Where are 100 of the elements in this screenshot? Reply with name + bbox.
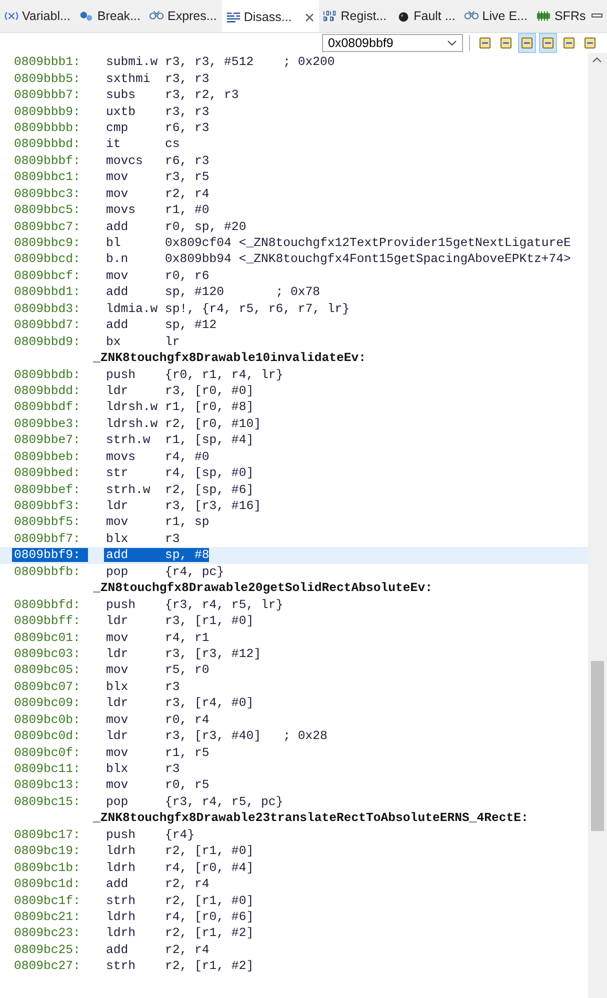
address-text: 0809bbcf: xyxy=(13,268,82,283)
instruction-text: pop {r3, r4, r5, pc} xyxy=(106,794,284,809)
close-icon[interactable] xyxy=(304,12,314,22)
address-text: 0809bbed: xyxy=(13,466,82,480)
instruction-text: ldr r3, [r3, #40] ; 0x28 xyxy=(106,729,328,744)
address-text: 0809bbd3: xyxy=(13,302,82,316)
toolbar-button[interactable] xyxy=(518,33,536,53)
instruction-text: ldr r3, [r0, #0] xyxy=(106,384,254,398)
address-text: 0809bc23: xyxy=(13,926,82,940)
instruction-text: ldrh r4, [r0, #6] xyxy=(106,910,254,924)
address-text: 0809bbc3: xyxy=(13,186,82,201)
document-icon xyxy=(499,36,513,50)
binary-icon xyxy=(322,10,338,22)
address-text: 0809bbff: xyxy=(13,614,82,628)
address-text: 0809bbef: xyxy=(13,482,82,497)
address-text: 0809bc27: xyxy=(13,959,82,974)
document-icon xyxy=(520,36,534,50)
instruction-text: mov r2, r4 xyxy=(106,186,210,201)
address-text: 0809bbd7: xyxy=(13,318,82,332)
instruction-text: uxtb r3, r3 xyxy=(106,104,210,119)
instruction-text: strh r2, [r1, #2] xyxy=(106,959,254,974)
address-text: 0809bbf7: xyxy=(13,532,82,546)
function-label: _ZN8touchgfx8Drawable20getSolidRectAbsoluteEv: xyxy=(93,581,432,596)
address-text: 0809bc0f: xyxy=(13,746,82,760)
glasses-icon xyxy=(464,10,480,22)
address-text: 0809bc05: xyxy=(13,663,82,678)
document-icon xyxy=(478,36,492,50)
address-text: 0809bc03: xyxy=(13,646,82,661)
address-text: 0809bc1d: xyxy=(13,877,82,892)
address-text: 0809bbc7: xyxy=(13,220,82,234)
address-text: 0809bc0b: xyxy=(13,712,82,727)
instruction-text: movs r1, #0 xyxy=(106,203,210,218)
address-combo[interactable]: 0x0809bbf9 xyxy=(322,34,463,52)
address-text: 0809bbf5: xyxy=(13,515,82,530)
instruction-text: push {r0, r1, r4, lr} xyxy=(106,368,284,382)
instruction-text: mov r1, sp xyxy=(106,515,210,530)
instruction-text: add r2, r4 xyxy=(106,877,210,892)
scrollbar-thumb[interactable] xyxy=(591,661,604,831)
instruction-text: mov r0, r6 xyxy=(106,268,210,283)
view-tab[interactable]: Regist... xyxy=(318,0,392,32)
toolbar-button[interactable] xyxy=(539,33,557,53)
address-text: 0809bbf3: xyxy=(13,499,82,514)
address-text: 0809bc07: xyxy=(13,680,82,694)
instruction-text: add r0, sp, #20 xyxy=(106,220,246,234)
variables-icon xyxy=(4,10,19,22)
address-text: 0809bbc9: xyxy=(13,236,82,250)
chip-icon xyxy=(536,10,552,22)
instruction-text: bl 0x809cf04 <_ZN8touchgfx12TextProvider15getNextLigatureE xyxy=(106,236,571,250)
instruction-text: mov r5, r0 xyxy=(106,663,210,678)
address-text: 0809bbfb: xyxy=(13,564,82,579)
instruction-text: ldrh r2, [r1, #0] xyxy=(106,844,254,858)
instruction-text: bx lr xyxy=(106,334,180,349)
glasses-icon xyxy=(149,10,164,22)
instruction-text: ldrsh.w r1, [r0, #8] xyxy=(106,400,254,414)
view-tab[interactable]: Live E... xyxy=(460,0,532,32)
instruction-text: mov r4, r1 xyxy=(106,630,210,645)
instruction-text: strh r2, [r1, #0] xyxy=(106,894,254,908)
instruction-text: add sp, #12 xyxy=(106,318,217,332)
instruction-text: ldr r3, [r3, #12] xyxy=(106,646,261,661)
instruction-text: add r2, r4 xyxy=(106,942,210,957)
instruction-text: movs r4, #0 xyxy=(106,450,210,464)
scrollbar[interactable] xyxy=(588,53,607,998)
view-tab[interactable]: Fault ... xyxy=(392,0,460,32)
document-icon xyxy=(562,36,576,50)
function-label: _ZNK8touchgfx8Drawable10invalidateEv: xyxy=(93,351,366,366)
instruction-text: push {r3, r4, r5, lr} xyxy=(106,598,284,612)
address-text: 0809bbd9: xyxy=(13,334,82,349)
address-text: 0809bbdd: xyxy=(13,384,82,398)
address-text: 0809bbb9: xyxy=(13,104,82,119)
instruction-text: add sp, #8 xyxy=(104,548,210,562)
chevron-down-icon xyxy=(447,40,457,46)
instruction-text: ldr r3, [r3, #16] xyxy=(106,499,261,514)
instruction-text: ldrh r4, [r0, #4] xyxy=(106,860,254,875)
instruction-text: mov r3, r5 xyxy=(106,170,210,184)
view-tab[interactable]: Disass... xyxy=(222,0,319,32)
instruction-text: movcs r6, r3 xyxy=(106,154,210,168)
instruction-text: ldr r3, [r1, #0] xyxy=(106,614,254,628)
address-text: 0809bbc5: xyxy=(13,203,82,218)
instruction-text: sxthmi r3, r3 xyxy=(106,72,210,86)
view-tab[interactable]: Variabl... xyxy=(0,0,76,32)
view-tab[interactable]: Expres... xyxy=(145,0,222,32)
dots-icon xyxy=(79,10,94,22)
address-text: 0809bbdf: xyxy=(13,400,82,414)
scroll-up-icon[interactable] xyxy=(592,57,602,63)
document-icon xyxy=(541,36,555,50)
view-tab[interactable]: Break... xyxy=(75,0,146,32)
instruction-text: mov r1, r5 xyxy=(106,746,210,760)
instruction-text: pop {r4, pc} xyxy=(106,564,224,579)
instruction-text: ldrh r2, [r1, #2] xyxy=(106,926,254,940)
view-tab[interactable]: SFRs xyxy=(532,0,591,32)
address-text: 0809bbcd: xyxy=(13,252,82,266)
instruction-text: strh.w r2, [sp, #6] xyxy=(106,482,254,497)
address-text: 0809bbdb: xyxy=(13,368,82,382)
address-text: 0809bc25: xyxy=(13,942,82,957)
instruction-text: add sp, #120 ; 0x78 xyxy=(106,285,320,300)
address-text: 0809bbc1: xyxy=(13,170,82,184)
address-text: 0809bbe3: xyxy=(13,416,82,431)
address-text: 0809bbb7: xyxy=(13,88,82,102)
instruction-text: mov r0, r5 xyxy=(106,778,210,792)
address-text: 0809bc17: xyxy=(13,828,82,842)
